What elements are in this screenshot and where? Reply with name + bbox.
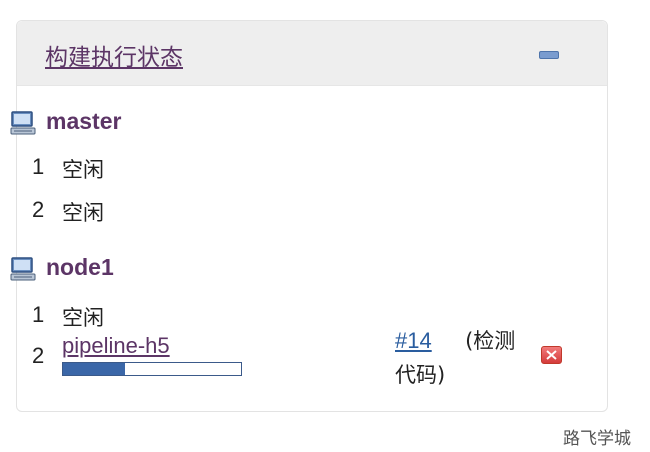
executor-number: 1 — [32, 302, 45, 327]
node-name-master[interactable]: master — [46, 108, 121, 135]
build-progress-fill — [63, 363, 126, 375]
executor-number: 2 — [32, 343, 45, 368]
watermark: 路飞学城 — [563, 429, 631, 449]
executor-number: 1 — [32, 154, 45, 179]
build-number-link[interactable]: #14 — [395, 328, 432, 353]
executor-number: 2 — [32, 197, 45, 222]
computer-icon — [10, 111, 36, 135]
executor-state: 空闲 — [62, 158, 104, 182]
executor-state: 空闲 — [62, 201, 104, 225]
computer-icon — [10, 257, 36, 281]
minimize-icon[interactable] — [539, 51, 559, 59]
panel-header: 构建执行状态 — [17, 21, 607, 86]
build-progress-bar[interactable] — [62, 362, 242, 376]
panel-title-link[interactable]: 构建执行状态 — [45, 38, 183, 72]
job-link-pipeline[interactable]: pipeline-h5 — [62, 333, 170, 359]
stop-build-icon[interactable] — [541, 346, 562, 364]
executor-state: 空闲 — [62, 306, 104, 330]
node-name-node1[interactable]: node1 — [46, 254, 114, 281]
build-info: #14 (检测代码) — [395, 324, 525, 392]
